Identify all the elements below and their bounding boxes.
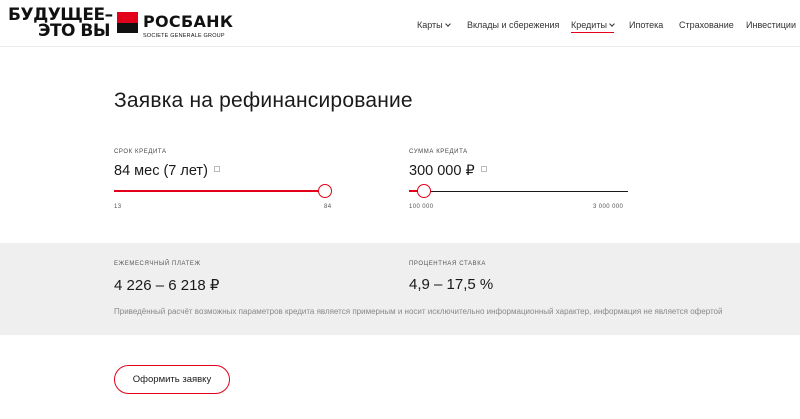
- disclaimer-text: Приведённый расчёт возможных параметров …: [114, 307, 723, 316]
- nav-item-cards[interactable]: Карты: [417, 20, 451, 30]
- header-divider: [0, 46, 800, 47]
- nav-item-deposits[interactable]: Вклады и сбережения: [467, 20, 559, 30]
- nav-item-credits[interactable]: Кредиты: [571, 20, 615, 33]
- chevron-down-icon: [444, 21, 451, 27]
- site-header: БУДУЩЕЕ– ЭТО ВЫ РОСБАНК SOCIETE GENERALE…: [0, 0, 800, 50]
- nav-item-mortgage[interactable]: Ипотека: [629, 20, 663, 30]
- nav-item-label: Карты: [417, 20, 443, 30]
- pencil-edit-icon[interactable]: [480, 166, 487, 172]
- slogan-line-2: ЭТО ВЫ: [37, 21, 111, 41]
- amount-value[interactable]: 300 000 ₽: [409, 163, 487, 179]
- nav-item-label: Страхование: [679, 20, 734, 30]
- nav-item-label: Кредиты: [571, 20, 607, 30]
- nav-item-label: Ипотека: [629, 20, 664, 30]
- nav-item-label: Вклады и сбережения: [467, 20, 560, 30]
- term-label: Срок кредита: [114, 149, 167, 155]
- monthly-payment-value: 4 226 – 6 218 ₽: [114, 277, 220, 294]
- pencil-edit-icon[interactable]: [213, 166, 220, 172]
- slogan: БУДУЩЕЕ– ЭТО ВЫ: [8, 7, 113, 41]
- submit-application-button[interactable]: Оформить заявку: [114, 365, 230, 394]
- amount-label: Сумма кредита: [409, 149, 468, 155]
- term-value[interactable]: 84 мес (7 лет): [114, 163, 220, 179]
- interest-rate-label: Процентная ставка: [409, 261, 486, 267]
- chevron-down-icon: [609, 21, 615, 27]
- amount-min-label: 100 000: [409, 204, 434, 210]
- interest-rate-value: 4,9 – 17,5 %: [409, 276, 494, 293]
- term-slider-thumb[interactable]: [318, 184, 332, 198]
- brand-name: РОСБАНК: [143, 12, 234, 31]
- nav-item-investments[interactable]: Инвестиции: [746, 20, 796, 30]
- brand-subtitle: SOCIETE GENERALE GROUP: [143, 33, 225, 39]
- page-title: Заявка на рефинансирование: [114, 89, 413, 112]
- term-track-fill: [114, 190, 325, 192]
- term-max-label: 84: [324, 204, 332, 210]
- monthly-payment-label: Ежемесячный платеж: [114, 261, 201, 267]
- term-value-text: 84 мес (7 лет): [114, 163, 208, 179]
- amount-max-label: 3 000 000: [593, 204, 624, 210]
- amount-value-text: 300 000 ₽: [409, 163, 475, 179]
- amount-track[interactable]: [409, 191, 628, 192]
- nav-item-insurance[interactable]: Страхование: [679, 20, 734, 30]
- nav-item-label: Инвестиции: [746, 20, 796, 30]
- amount-slider-thumb[interactable]: [417, 184, 431, 198]
- logo-mark-lower: [117, 23, 138, 33]
- term-min-label: 13: [114, 204, 122, 210]
